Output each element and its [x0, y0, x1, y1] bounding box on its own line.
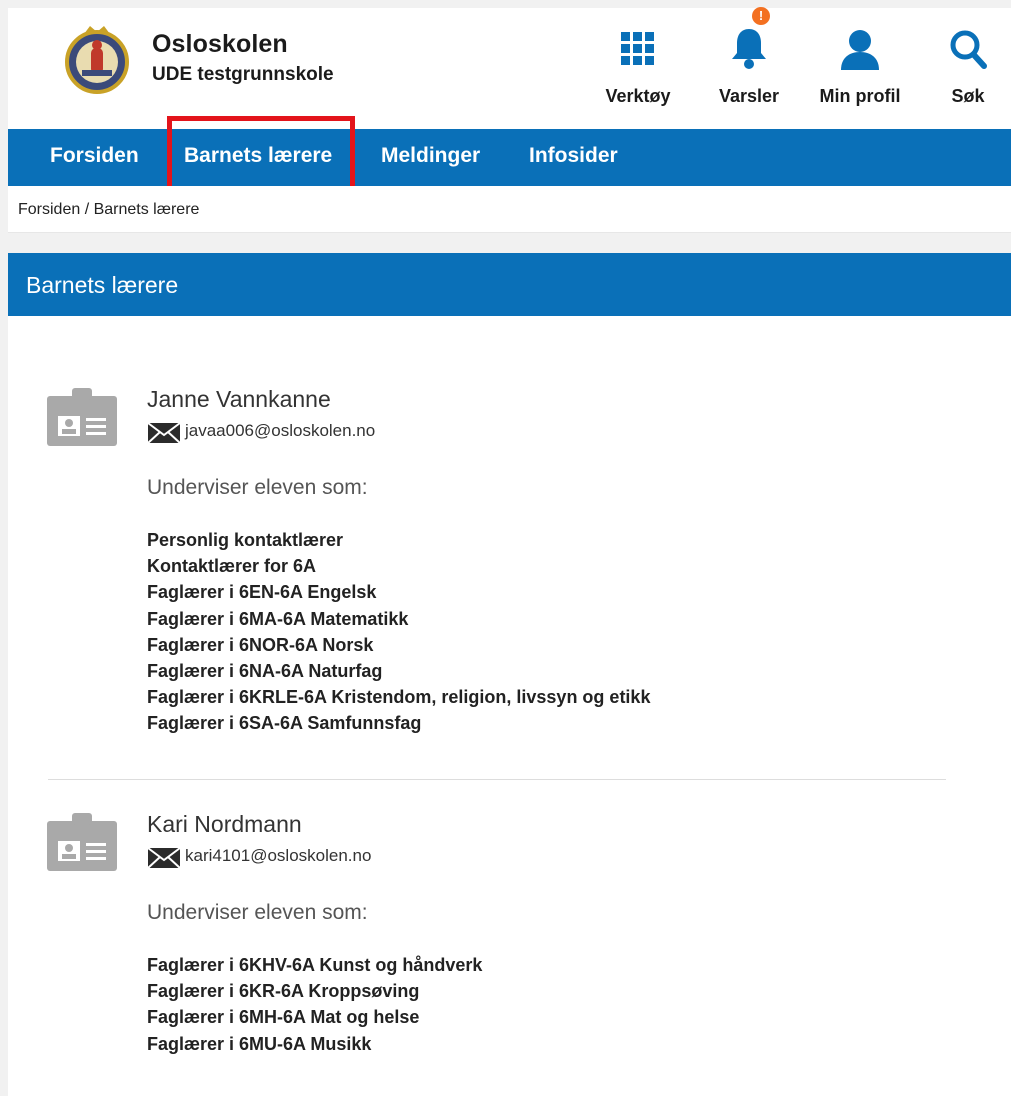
role-item: Kontaktlærer for 6A	[147, 556, 317, 577]
contact-card-icon	[47, 813, 117, 871]
grid-icon	[621, 32, 654, 65]
breadcrumb: Forsiden / Barnets lærere	[18, 201, 199, 219]
top-edge	[0, 0, 1011, 8]
teacher-email-link[interactable]: kari4101@osloskolen.no	[185, 846, 371, 866]
envelope-icon	[147, 422, 181, 444]
tools-label: Verktøy	[605, 86, 671, 106]
breadcrumb-home-link[interactable]: Forsiden	[18, 201, 80, 218]
teaches-label: Underviser eleven som:	[147, 901, 368, 924]
role-item: Faglærer i 6EN-6A Engelsk	[147, 582, 377, 603]
profile-button[interactable]: Min profil	[808, 20, 912, 120]
notifications-label: Varsler	[718, 86, 780, 106]
envelope-icon	[147, 847, 181, 869]
nav-item-barnets-laerere[interactable]: Barnets lærere	[184, 144, 332, 168]
search-label: Søk	[951, 86, 985, 106]
divider	[48, 779, 946, 780]
teacher-name: Janne Vannkanne	[147, 386, 331, 412]
role-item: Faglærer i 6MU-6A Musikk	[147, 1033, 372, 1054]
notification-badge: !	[752, 7, 770, 25]
person-icon	[841, 30, 879, 70]
breadcrumb-bar: Forsiden / Barnets lærere	[8, 186, 1011, 233]
role-list: Faglærer i 6KHV-6A Kunst og håndverk Fag…	[147, 952, 482, 1057]
left-edge	[0, 0, 8, 1096]
breadcrumb-current: Barnets lærere	[93, 201, 200, 218]
role-item: Faglærer i 6NOR-6A Norsk	[147, 634, 374, 655]
role-item: Faglærer i 6SA-6A Samfunnsfag	[147, 713, 422, 734]
notifications-button[interactable]: Varsler	[708, 20, 790, 120]
teaches-label: Underviser eleven som:	[147, 476, 368, 499]
brand-subtitle: UDE testgrunnskole	[152, 64, 334, 85]
role-item: Faglærer i 6NA-6A Naturfag	[147, 661, 383, 682]
role-item: Faglærer i 6KR-6A Kroppsøving	[147, 981, 420, 1002]
breadcrumb-separator: /	[80, 201, 94, 218]
nav-item-meldinger[interactable]: Meldinger	[381, 144, 480, 168]
main-nav: Forsiden Barnets lærere Meldinger Infosi…	[8, 129, 1011, 186]
tools-button[interactable]: Verktøy	[597, 20, 679, 120]
brand-title: Osloskolen	[152, 30, 288, 58]
role-item: Faglærer i 6KRLE-6A Kristendom, religion…	[147, 687, 651, 708]
nav-item-forsiden[interactable]: Forsiden	[50, 144, 139, 168]
search-icon	[950, 30, 987, 69]
search-button[interactable]: Søk	[938, 20, 998, 120]
teacher-name: Kari Nordmann	[147, 811, 302, 837]
nav-item-infosider[interactable]: Infosider	[529, 144, 618, 168]
section-header: Barnets lærere	[8, 253, 1011, 316]
spacer-strip	[8, 233, 1011, 253]
role-item: Faglærer i 6KHV-6A Kunst og håndverk	[147, 955, 483, 975]
role-item: Faglærer i 6MA-6A Matematikk	[147, 608, 409, 629]
oslo-seal-logo[interactable]	[62, 22, 132, 96]
teacher-card: Janne Vannkanne javaa006@osloskolen.no U…	[46, 386, 946, 746]
role-item: Personlig kontaktlærer	[147, 530, 344, 550]
profile-label: Min profil	[819, 86, 901, 106]
page-title: Barnets lærere	[26, 272, 179, 298]
teacher-email-link[interactable]: javaa006@osloskolen.no	[185, 421, 375, 441]
role-item: Faglærer i 6MH-6A Mat og helse	[147, 1007, 420, 1028]
teacher-card: Kari Nordmann kari4101@osloskolen.no Und…	[46, 811, 946, 1071]
bell-icon	[732, 29, 766, 69]
contact-card-icon	[47, 388, 117, 446]
role-list: Personlig kontaktlærer Kontaktlærer for …	[147, 527, 650, 737]
